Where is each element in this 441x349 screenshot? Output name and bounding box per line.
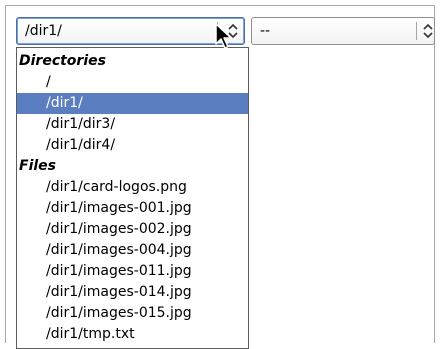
secondary-select[interactable]: -- [251, 17, 435, 45]
option-file[interactable]: /dir1/card-logos.png [17, 177, 248, 198]
option-file[interactable]: /dir1/images-002.jpg [17, 219, 248, 240]
optgroup-directories-label: Directories [19, 53, 106, 69]
option-file[interactable]: /dir1/images-014.jpg [17, 282, 248, 303]
option-file[interactable]: /dir1/tmp.txt [17, 324, 248, 345]
path-select-value: /dir1/ [25, 23, 62, 39]
option-file[interactable]: /dir1/images-011.jpg [17, 261, 248, 282]
path-select[interactable]: /dir1/ [16, 17, 245, 45]
option-file[interactable]: /dir1/images-015.jpg [17, 303, 248, 324]
mouse-pointer-icon [215, 23, 232, 49]
secondary-select-value: -- [260, 23, 271, 39]
option-file[interactable]: /dir1/images-001.jpg [17, 198, 248, 219]
option-file[interactable]: /dir1/images-004.jpg [17, 240, 248, 261]
option-dir3[interactable]: /dir1/dir3/ [17, 114, 248, 135]
option-dir4[interactable]: /dir1/dir4/ [17, 135, 248, 156]
option-dir1-selected[interactable]: /dir1/ [17, 93, 248, 114]
up-down-chevrons-icon[interactable] [417, 18, 439, 44]
option-list: Directories / /dir1/ /dir1/dir3/ /dir1/d… [17, 51, 248, 345]
optgroup-files-label: Files [19, 158, 56, 174]
option-root[interactable]: / [17, 72, 248, 93]
path-dropdown-list[interactable]: Directories / /dir1/ /dir1/dir3/ /dir1/d… [16, 47, 249, 349]
